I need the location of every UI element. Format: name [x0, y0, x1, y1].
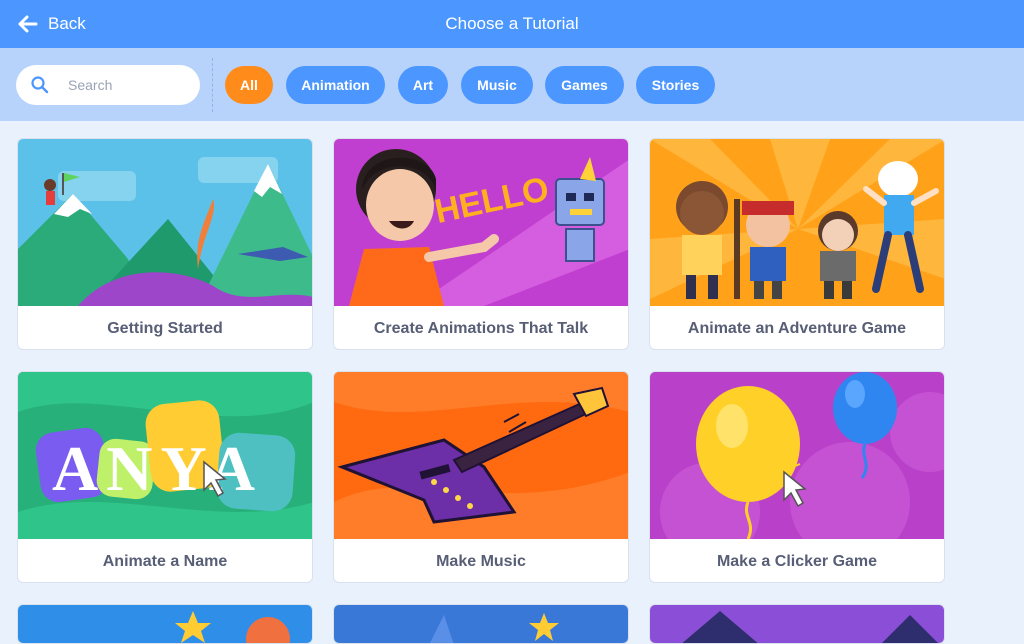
anya-art-text: ANYA	[52, 433, 263, 504]
tutorial-card-animate-name[interactable]: ANYA Animate a Name	[17, 371, 313, 583]
tutorial-title: Animate a Name	[102, 552, 228, 570]
tutorial-thumbnail: ANYA	[18, 372, 312, 539]
tutorial-card-getting-started[interactable]: Getting Started	[17, 138, 313, 350]
filter-all[interactable]: All	[225, 66, 273, 104]
tutorial-title: Make Music	[436, 552, 526, 570]
tutorial-title: Getting Started	[107, 319, 223, 337]
header-bar: Back Choose a Tutorial	[0, 0, 1024, 48]
adventure-characters-illustration	[650, 139, 944, 306]
name-letters-illustration: ANYA	[18, 372, 312, 539]
filter-games[interactable]: Games	[545, 66, 624, 104]
balloons-illustration	[650, 372, 944, 539]
guitar-illustration	[334, 372, 628, 539]
talking-characters-illustration: HELLO	[334, 139, 628, 306]
tutorial-title: Create Animations That Talk	[373, 319, 589, 337]
page-title: Choose a Tutorial	[445, 14, 579, 33]
tutorial-card-partial-3[interactable]	[649, 604, 945, 644]
tutorial-thumbnail: HELLO	[334, 139, 628, 306]
tutorial-card-adventure-game[interactable]: Animate an Adventure Game	[649, 138, 945, 350]
search-input[interactable]	[66, 76, 180, 94]
tutorial-card-animations-talk[interactable]: HELLO Create Animations That Talk	[333, 138, 629, 350]
filter-bar: All Animation Art Music Games Stories	[0, 48, 1024, 121]
tutorial-card-make-music[interactable]: Make Music	[333, 371, 629, 583]
tutorial-thumbnail	[650, 139, 944, 306]
tutorial-card-partial-1[interactable]	[17, 604, 313, 644]
filter-music[interactable]: Music	[461, 66, 533, 104]
filter-animation[interactable]: Animation	[286, 66, 385, 104]
tutorial-thumbnail-partial	[334, 605, 628, 643]
tutorial-thumbnail-partial	[18, 605, 312, 643]
mountains-illustration	[18, 139, 312, 306]
tutorial-thumbnail	[334, 372, 628, 539]
search-icon	[31, 76, 49, 94]
filter-art[interactable]: Art	[398, 66, 448, 104]
tutorial-title: Make a Clicker Game	[716, 552, 878, 570]
search-box[interactable]	[16, 65, 200, 105]
tutorial-card-partial-2[interactable]	[333, 604, 629, 644]
tutorial-thumbnail	[650, 372, 944, 539]
tutorial-card-clicker-game[interactable]: Make a Clicker Game	[649, 371, 945, 583]
filter-stories[interactable]: Stories	[636, 66, 715, 104]
tutorial-thumbnail-partial	[650, 605, 944, 643]
tutorial-title: Animate an Adventure Game	[687, 319, 907, 337]
filter-divider	[212, 58, 213, 112]
tutorial-thumbnail	[18, 139, 312, 306]
